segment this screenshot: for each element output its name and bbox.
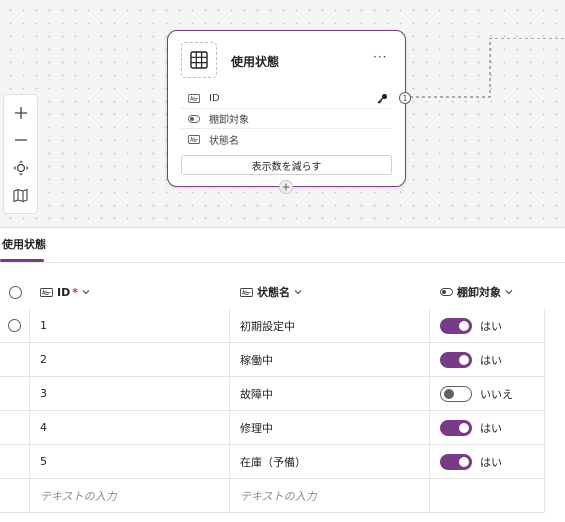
fit-view-button[interactable] bbox=[8, 156, 34, 180]
column-header-label: 棚卸対象 bbox=[457, 286, 501, 299]
new-status-name-input[interactable]: テキストの入力 bbox=[230, 479, 430, 513]
cell-id[interactable]: 4 bbox=[30, 411, 230, 445]
cell-status-name[interactable]: 初期設定中 bbox=[230, 309, 430, 343]
cell-status-name[interactable]: 在庫（予備） bbox=[230, 445, 430, 479]
diagram-canvas[interactable]: 使用状態 ··· ID 棚卸対象 状態名 表示数を減らす 1 bbox=[0, 0, 565, 228]
inventory-toggle-label: はい bbox=[480, 421, 502, 435]
entity-field-id[interactable]: ID bbox=[181, 89, 392, 109]
fit-view-icon bbox=[13, 160, 28, 176]
column-header-label: 状態名 bbox=[257, 286, 290, 299]
cell-id[interactable]: 2 bbox=[30, 343, 230, 377]
more-options-button[interactable]: ··· bbox=[373, 50, 387, 64]
inventory-toggle-label: いいえ bbox=[480, 387, 513, 401]
inventory-toggle[interactable] bbox=[440, 385, 472, 402]
table-icon bbox=[190, 51, 208, 69]
entity-card[interactable]: 使用状態 ··· ID 棚卸対象 状態名 表示数を減らす bbox=[167, 30, 406, 187]
inventory-toggle-label: はい bbox=[480, 353, 502, 367]
text-field-icon bbox=[187, 134, 201, 144]
row-select-cell bbox=[0, 411, 30, 445]
chevron-down-icon bbox=[294, 289, 302, 295]
cell-inventory[interactable]: いいえ bbox=[430, 377, 545, 411]
relationship-badge-label: 1 bbox=[403, 94, 408, 103]
cell-id[interactable]: 3 bbox=[30, 377, 230, 411]
cell-id[interactable]: 5 bbox=[30, 445, 230, 479]
select-all-cell bbox=[0, 275, 30, 309]
toggle-field-icon bbox=[440, 288, 453, 296]
row-select-cell bbox=[0, 445, 30, 479]
zoom-toolbar bbox=[3, 94, 38, 214]
row-select-cell bbox=[0, 479, 30, 513]
inventory-toggle[interactable] bbox=[440, 453, 472, 470]
inventory-toggle-label: はい bbox=[480, 319, 502, 333]
tab-label: 使用状態 bbox=[2, 238, 46, 251]
new-id-input[interactable]: テキストの入力 bbox=[30, 479, 230, 513]
relationship-connector[interactable] bbox=[398, 38, 565, 108]
table-row[interactable]: 4 修理中 はい bbox=[0, 411, 545, 445]
column-header-inventory[interactable]: 棚卸対象 bbox=[430, 275, 545, 309]
row-select-cell bbox=[0, 377, 30, 411]
grid-header-row: ID * 状態名 棚卸対象 bbox=[0, 275, 545, 309]
tab-divider bbox=[0, 262, 565, 263]
toggle-field-icon bbox=[187, 114, 201, 124]
plus-icon bbox=[282, 183, 290, 191]
text-field-icon bbox=[187, 94, 201, 104]
entity-field-label: 状態名 bbox=[209, 135, 239, 147]
row-select-cell bbox=[0, 343, 30, 377]
inventory-toggle[interactable] bbox=[440, 317, 472, 334]
cell-id[interactable]: 1 bbox=[30, 309, 230, 343]
cell-status-name[interactable]: 修理中 bbox=[230, 411, 430, 445]
cell-inventory[interactable]: はい bbox=[430, 343, 545, 377]
map-button[interactable] bbox=[8, 183, 34, 207]
add-relationship-handle[interactable] bbox=[279, 180, 293, 194]
text-field-icon bbox=[240, 287, 253, 297]
inventory-toggle[interactable] bbox=[440, 351, 472, 368]
required-indicator: * bbox=[72, 285, 78, 299]
column-header-id[interactable]: ID * bbox=[30, 275, 230, 309]
cell-status-name[interactable]: 故障中 bbox=[230, 377, 430, 411]
inventory-toggle[interactable] bbox=[440, 419, 472, 436]
chevron-down-icon bbox=[82, 289, 90, 295]
map-icon bbox=[13, 188, 28, 202]
cell-inventory[interactable]: はい bbox=[430, 445, 545, 479]
entity-title: 使用状態 bbox=[231, 55, 280, 69]
cell-inventory[interactable]: はい bbox=[430, 309, 545, 343]
select-all-radio[interactable] bbox=[8, 285, 22, 299]
relationship-badge[interactable]: 1 bbox=[398, 91, 412, 105]
entity-field-label: ID bbox=[209, 93, 220, 104]
cell-status-name[interactable]: 稼働中 bbox=[230, 343, 430, 377]
row-select-radio[interactable] bbox=[8, 319, 21, 332]
table-icon-box bbox=[181, 42, 217, 78]
row-select-cell bbox=[0, 309, 30, 343]
column-header-label: ID bbox=[57, 285, 71, 299]
plus-icon bbox=[14, 106, 27, 119]
inventory-toggle-label: はい bbox=[480, 455, 502, 469]
table-row[interactable]: 5 在庫（予備） はい bbox=[0, 445, 545, 479]
cell-inventory[interactable]: はい bbox=[430, 411, 545, 445]
minus-icon bbox=[14, 139, 27, 141]
entity-field-inventory[interactable]: 棚卸対象 bbox=[181, 109, 392, 129]
table-row[interactable]: 2 稼働中 はい bbox=[0, 343, 545, 377]
zoom-in-button[interactable] bbox=[8, 101, 34, 125]
table-row[interactable]: 1 初期設定中 はい bbox=[0, 309, 545, 343]
table-row[interactable]: 3 故障中 いいえ bbox=[0, 377, 545, 411]
key-icon bbox=[377, 93, 388, 107]
chevron-down-icon bbox=[505, 289, 513, 295]
text-field-icon bbox=[40, 287, 53, 297]
entity-field-status-name[interactable]: 状態名 bbox=[181, 129, 392, 149]
show-less-button[interactable]: 表示数を減らす bbox=[181, 155, 392, 175]
tab-usage-status[interactable]: 使用状態 bbox=[0, 236, 48, 262]
zoom-out-button[interactable] bbox=[8, 128, 34, 152]
entity-field-label: 棚卸対象 bbox=[209, 115, 249, 126]
column-header-status-name[interactable]: 状態名 bbox=[230, 275, 430, 309]
new-inventory-cell[interactable] bbox=[430, 479, 545, 513]
entity-field-list: ID 棚卸対象 状態名 bbox=[181, 89, 392, 149]
new-row[interactable]: テキストの入力 テキストの入力 bbox=[0, 479, 545, 513]
